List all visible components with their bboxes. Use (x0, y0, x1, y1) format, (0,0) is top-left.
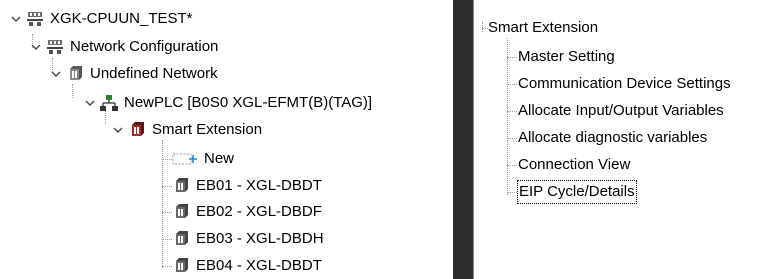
module-icon (172, 257, 190, 275)
tree-node-label: New (204, 150, 235, 167)
tree-node-project[interactable]: XGK-CPUUN_TEST* (10, 8, 193, 30)
settings-item-label: Allocate diagnostic variables (518, 129, 708, 146)
tree-node-eb01[interactable]: EB01 - XGL-DBDT (172, 175, 322, 197)
tree-node-label: EB03 - XGL-DBDH (196, 230, 324, 247)
tree-node-eb02[interactable]: EB02 - XGL-DBDF (172, 201, 322, 223)
tree-node-label: XGK-CPUUN_TEST* (50, 10, 193, 27)
tree-node-label: Undefined Network (90, 65, 218, 82)
project-network-icon (26, 10, 44, 28)
settings-item-eip-cycle-details[interactable]: EIP Cycle/Details (517, 180, 637, 204)
settings-item-label: Allocate Input/Output Variables (518, 102, 724, 119)
tree-node-newplc[interactable]: NewPLC [B0S0 XGL-EFMT(B)(TAG)] (84, 92, 372, 114)
tree-node-smart-extension[interactable]: Smart Extension (112, 119, 262, 141)
settings-tree-pane: Smart Extension Master Setting Communica… (473, 0, 777, 279)
tree-connector (507, 111, 517, 112)
tree-node-eb03[interactable]: EB03 - XGL-DBDH (172, 228, 324, 250)
tree-connector (162, 266, 172, 267)
module-icon (172, 230, 190, 248)
smart-extension-icon (128, 121, 146, 139)
tree-node-label: Smart Extension (152, 121, 263, 138)
tree-node-label: Network Configuration (70, 38, 219, 55)
settings-item-label: Master Setting (518, 48, 615, 65)
tree-node-label: NewPLC [B0S0 XGL-EFMT(B)(TAG)] (124, 94, 373, 111)
settings-root-label: Smart Extension (488, 19, 599, 36)
tree-node-label: EB02 - XGL-DBDF (196, 203, 322, 220)
settings-item-connection-view[interactable]: Connection View (518, 154, 630, 176)
tree-connector (72, 84, 73, 98)
chevron-down-icon[interactable] (112, 124, 124, 136)
module-icon (172, 177, 190, 195)
settings-item-label: Connection View (518, 156, 631, 173)
module-icon (172, 203, 190, 221)
tree-node-label: EB01 - XGL-DBDT (196, 177, 322, 194)
settings-root-smart-extension[interactable]: Smart Extension (488, 17, 598, 39)
chevron-down-icon[interactable] (30, 41, 42, 53)
tree-connector (162, 159, 172, 160)
settings-item-allocate-diagnostic-variables[interactable]: Allocate diagnostic variables (518, 127, 707, 149)
tree-connector (507, 38, 508, 195)
plc-network-icon (100, 94, 118, 112)
network-module-icon (66, 65, 84, 83)
tree-connector (507, 57, 517, 58)
settings-item-master-setting[interactable]: Master Setting (518, 46, 615, 68)
pane-splitter[interactable] (453, 0, 473, 279)
settings-item-label: EIP Cycle/Details (517, 180, 637, 204)
new-item-icon (172, 150, 198, 168)
chevron-down-icon[interactable] (10, 13, 22, 25)
tree-connector (162, 212, 172, 213)
tree-node-undefined-network[interactable]: Undefined Network (50, 63, 218, 85)
settings-item-label: Communication Device Settings (518, 75, 731, 92)
project-tree-pane: XGK-CPUUN_TEST* Network Configuration Un… (0, 0, 453, 279)
tree-connector (482, 22, 483, 32)
tree-connector (507, 192, 517, 193)
chevron-down-icon[interactable] (50, 68, 62, 80)
tree-node-new[interactable]: New (172, 148, 234, 170)
settings-item-allocate-io-variables[interactable]: Allocate Input/Output Variables (518, 100, 724, 122)
tree-connector (162, 239, 172, 240)
tree-node-eb04[interactable]: EB04 - XGL-DBDT (172, 255, 322, 277)
tree-connector (507, 138, 517, 139)
network-config-icon (46, 38, 64, 56)
tree-node-network-configuration[interactable]: Network Configuration (30, 36, 218, 58)
tree-connector (162, 186, 172, 187)
tree-connector (507, 84, 517, 85)
settings-item-communication-device-settings[interactable]: Communication Device Settings (518, 73, 731, 95)
chevron-down-icon[interactable] (84, 97, 96, 109)
tree-connector (507, 165, 517, 166)
tree-node-label: EB04 - XGL-DBDT (196, 257, 322, 274)
